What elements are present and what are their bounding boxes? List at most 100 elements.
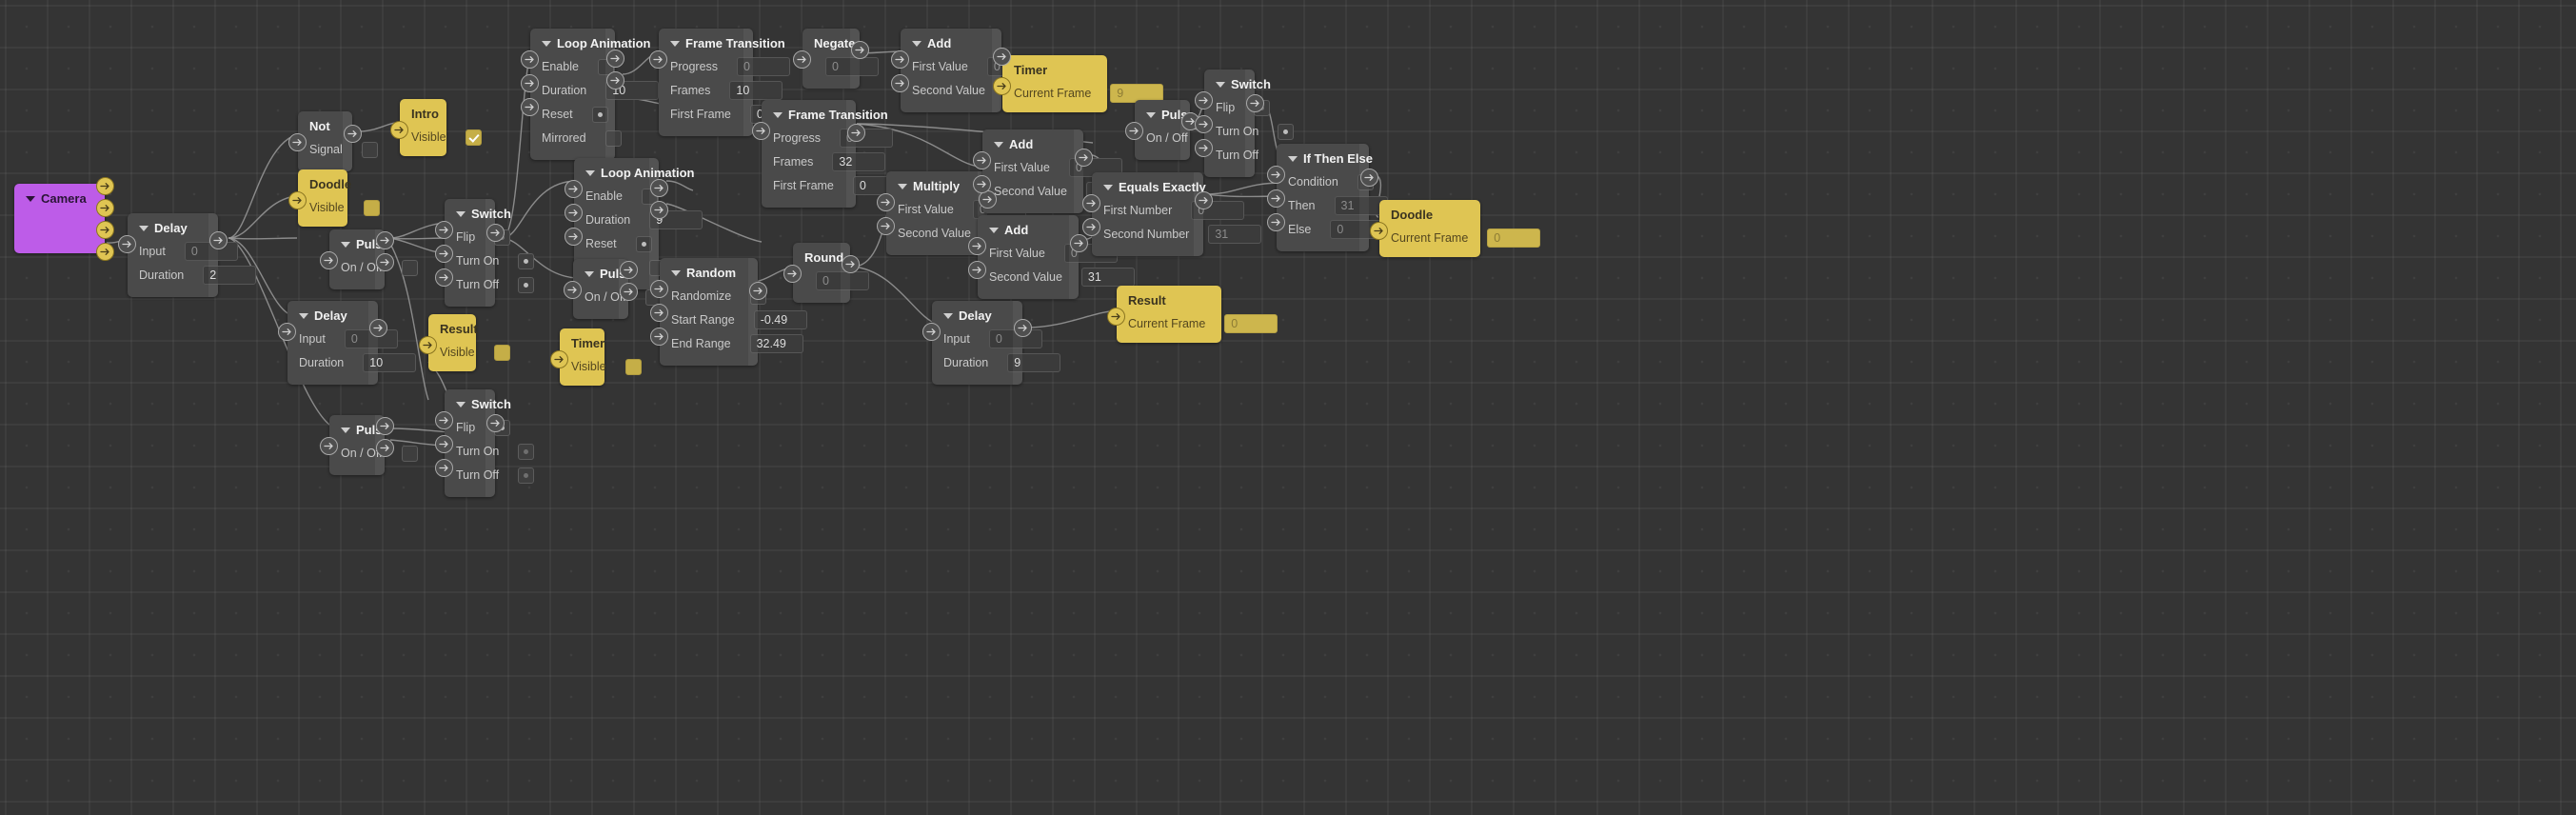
triangle-down-icon[interactable] (341, 427, 350, 433)
output-port-camera-1[interactable] (96, 199, 114, 217)
triangle-down-icon[interactable] (585, 169, 595, 176)
triangle-down-icon[interactable] (585, 270, 594, 277)
output-port-loop-anim-1-1[interactable] (606, 70, 624, 89)
input-port-equals-exactly-1-0[interactable] (1082, 194, 1100, 212)
input-port-if-then-else-1-2[interactable] (1267, 213, 1285, 231)
output-port-loop-anim-2-0[interactable] (650, 178, 668, 197)
output-port-delay-2-0[interactable] (369, 319, 387, 337)
input-port-equals-exactly-1-1[interactable] (1082, 218, 1100, 236)
node-frame-trans-1[interactable]: Frame Transition Progress 0 Frames 10 First F… (659, 29, 803, 136)
input-port-add-3-1[interactable] (968, 261, 986, 279)
output-port-camera-0[interactable] (96, 177, 114, 195)
node-resize-strip[interactable] (1013, 301, 1022, 385)
node-resize-strip[interactable] (1194, 172, 1203, 256)
node-equals-exactly-1[interactable]: Equals Exactly First Number 0 Second Number… (1092, 172, 1262, 256)
node-resize-strip[interactable] (1245, 70, 1255, 177)
input-port-random-1-0[interactable] (650, 280, 668, 298)
node-delay-2[interactable]: Delay Input 0 Duration 10 (287, 301, 417, 385)
node-resize-strip[interactable] (743, 29, 753, 136)
input-port-if-then-else-1-0[interactable] (1267, 166, 1285, 184)
node-loop-anim-1[interactable]: Loop Animation Enable Duration 10 Reset Mirro… (530, 29, 660, 160)
triangle-down-icon[interactable] (1103, 184, 1113, 190)
value-field[interactable]: 10 (729, 81, 783, 100)
output-port-pulse-2-1[interactable] (620, 282, 638, 301)
triangle-down-icon[interactable] (943, 312, 953, 319)
input-port-random-1-1[interactable] (650, 304, 668, 322)
node-camera[interactable]: Camera (14, 184, 105, 253)
value-field[interactable]: 0 (1224, 314, 1278, 333)
checkbox-icon[interactable] (624, 358, 642, 375)
triangle-down-icon[interactable] (299, 312, 308, 319)
node-add-1[interactable]: Add First Value0 Second Value9 (901, 29, 1058, 112)
input-port-multiply-1-1[interactable] (877, 217, 895, 235)
triangle-down-icon[interactable] (671, 269, 681, 276)
input-port-delay-1-0[interactable] (118, 235, 136, 253)
output-port-add-2-0[interactable] (1075, 148, 1093, 167)
pulse-dot-icon[interactable] (518, 467, 535, 484)
node-random-1[interactable]: Random Randomize Start Range -0.49 End Range… (660, 258, 807, 366)
node-resize-strip[interactable] (846, 100, 856, 208)
output-port-camera-2[interactable] (96, 221, 114, 239)
node-resize-strip[interactable] (485, 389, 495, 497)
value-field[interactable]: 32 (832, 152, 886, 171)
input-port-switch-2-0[interactable] (1195, 91, 1213, 109)
input-port-result-2-0[interactable] (1107, 308, 1125, 326)
checkbox-icon[interactable] (401, 445, 418, 462)
node-resize-strip[interactable] (485, 199, 495, 307)
triangle-down-icon[interactable] (1146, 111, 1156, 118)
input-port-delay-3-0[interactable] (922, 323, 941, 341)
checkbox-checked-icon[interactable] (465, 129, 482, 146)
triangle-down-icon[interactable] (994, 141, 1003, 148)
node-resize-strip[interactable] (850, 29, 860, 89)
input-port-switch-2-2[interactable] (1195, 139, 1213, 157)
node-resize-strip[interactable] (1069, 215, 1079, 299)
node-resize-strip[interactable] (1359, 144, 1369, 251)
node-resize-strip[interactable] (992, 29, 1001, 112)
input-port-switch-1-2[interactable] (435, 268, 453, 287)
input-port-frame-trans-1-0[interactable] (649, 50, 667, 69)
value-field[interactable]: 31 (1080, 268, 1135, 287)
output-port-switch-1-0[interactable] (486, 224, 505, 242)
triangle-down-icon[interactable] (912, 40, 921, 47)
input-port-pulse-4-0[interactable] (320, 437, 338, 455)
input-port-intro-0[interactable] (390, 121, 408, 139)
input-port-switch-1-1[interactable] (435, 245, 453, 263)
output-port-negate-1-0[interactable] (851, 40, 869, 59)
triangle-down-icon[interactable] (542, 40, 551, 47)
input-port-frame-trans-2-0[interactable] (752, 122, 770, 140)
triangle-down-icon[interactable] (1216, 81, 1225, 88)
checkbox-icon[interactable] (363, 199, 380, 216)
node-add-3[interactable]: Add First Value 0 Second Value 31 (978, 215, 1135, 299)
node-negate-1[interactable]: Negate 0 (803, 29, 879, 89)
node-result-2[interactable]: Result Current Frame 0 (1117, 286, 1278, 343)
output-port-pulse-4-0[interactable] (376, 416, 394, 435)
node-timer-1[interactable]: Timer Current Frame 9 (1002, 55, 1164, 112)
input-port-doodle-1-0[interactable] (288, 191, 307, 209)
output-port-pulse-2-0[interactable] (620, 260, 638, 279)
output-port-add-3-0[interactable] (1070, 233, 1088, 252)
triangle-down-icon[interactable] (456, 210, 466, 217)
input-port-round-1-0[interactable] (783, 265, 802, 283)
node-graph-canvas[interactable]: Camera Delay Input 0 Duration 2 Not Signal Intro… (0, 0, 2576, 815)
node-delay-1[interactable]: Delay Input 0 Duration 2 (128, 213, 257, 297)
input-port-switch-2-1[interactable] (1195, 115, 1213, 133)
triangle-down-icon[interactable] (139, 225, 149, 231)
node-frame-trans-2[interactable]: Frame Transition Progress0 Frames 32 First F… (762, 100, 906, 208)
input-port-timer-2-0[interactable] (550, 350, 568, 368)
input-port-add-1-0[interactable] (891, 50, 909, 69)
input-port-add-2-0[interactable] (973, 151, 991, 169)
input-port-negate-1-0[interactable] (793, 50, 811, 69)
output-port-if-then-else-1-0[interactable] (1360, 169, 1378, 187)
input-port-switch-3-2[interactable] (435, 459, 453, 477)
triangle-down-icon[interactable] (341, 241, 350, 248)
output-port-add-1-0[interactable] (993, 47, 1011, 66)
pulse-dot-icon[interactable] (518, 443, 535, 460)
input-port-switch-1-0[interactable] (435, 221, 453, 239)
triangle-down-icon[interactable] (670, 40, 680, 47)
input-port-pulse-1-0[interactable] (320, 251, 338, 269)
node-resize-strip[interactable] (841, 243, 850, 303)
node-resize-strip[interactable] (649, 158, 659, 289)
output-port-round-1-0[interactable] (842, 254, 860, 273)
output-port-frame-trans-2-0[interactable] (847, 124, 865, 142)
node-resize-strip[interactable] (605, 29, 615, 160)
